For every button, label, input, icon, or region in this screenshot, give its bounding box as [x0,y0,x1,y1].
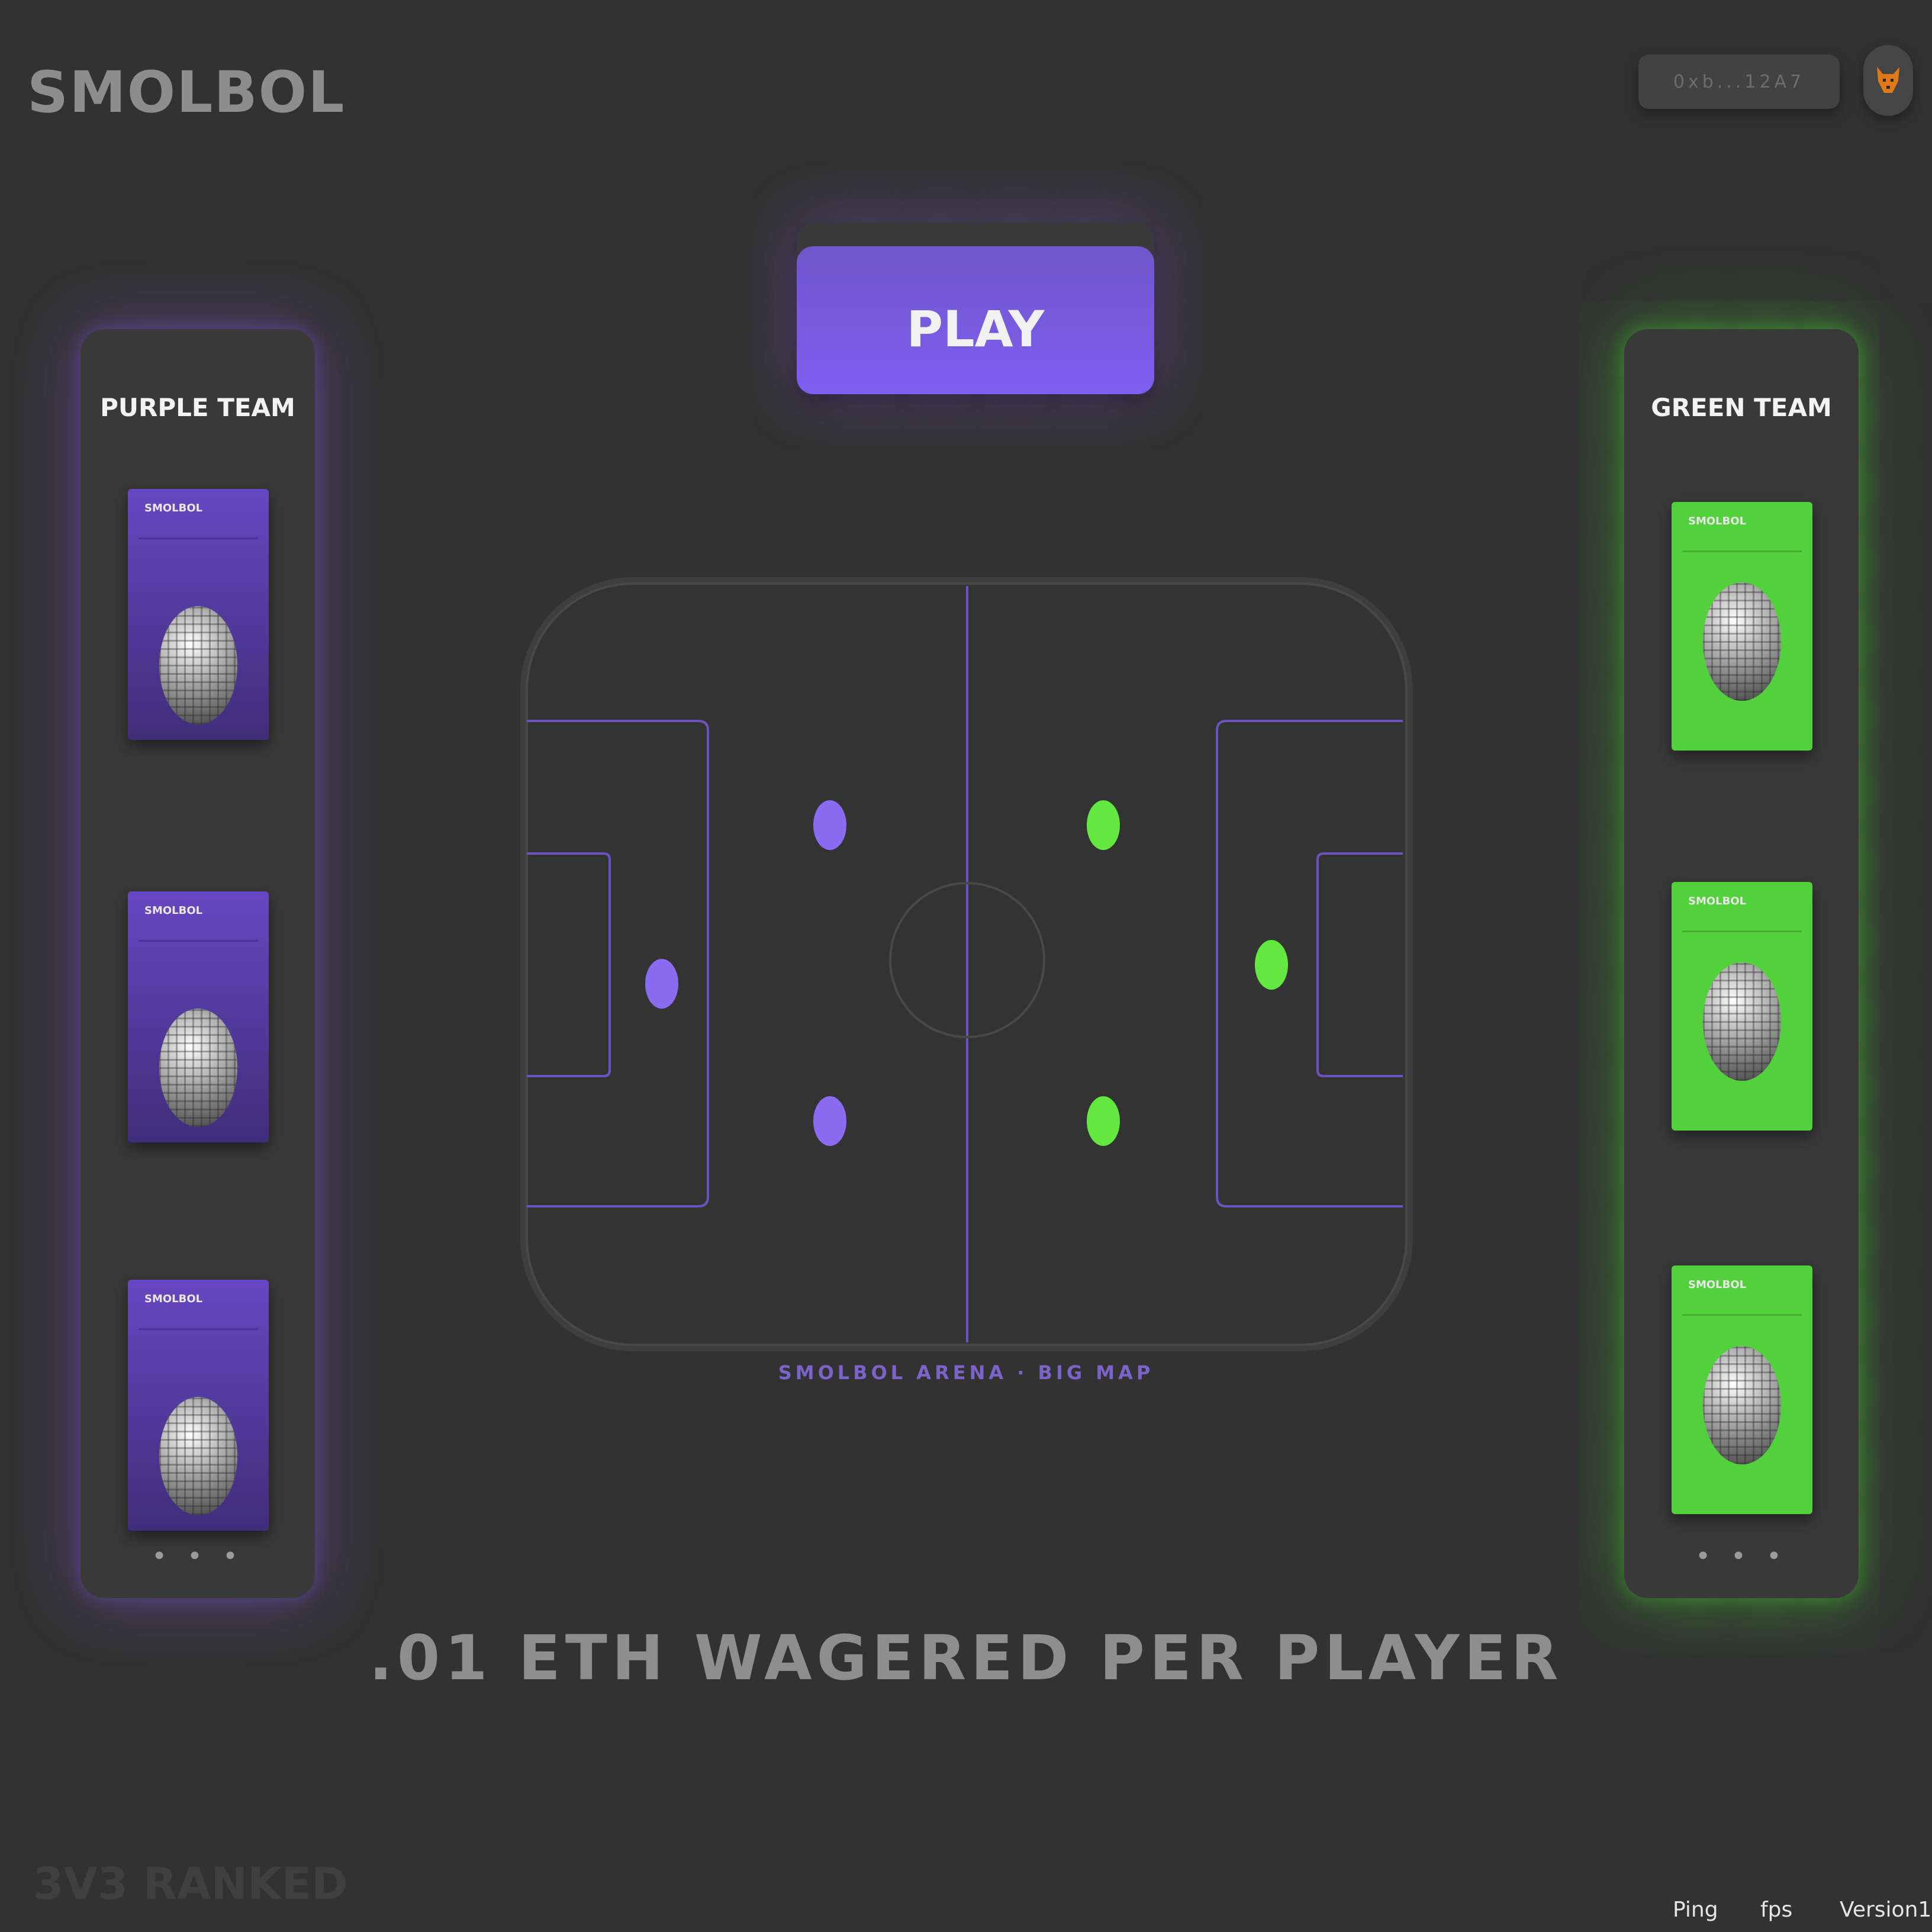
wager-text: .01 ETH WAGERED PER PLAYER [369,1622,1563,1694]
fps-readout: fps [1760,1898,1793,1922]
game-mode-label: 3V3 RANKED [33,1859,348,1910]
green-player-marker [1087,800,1120,850]
purple-player-marker [813,1096,846,1146]
purple-player-marker [813,800,846,850]
green-player-marker [1255,940,1288,990]
purple-player-marker [645,959,678,1009]
ping-readout: Ping [1673,1898,1718,1922]
green-player-marker [1087,1096,1120,1146]
version-label: Version1.0 [1840,1898,1932,1922]
map-name-label: SMOLBOL ARENA · BIG MAP [778,1361,1154,1384]
